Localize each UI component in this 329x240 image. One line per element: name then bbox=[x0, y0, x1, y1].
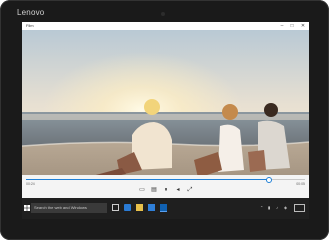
minimize-button[interactable]: – bbox=[277, 22, 287, 30]
window-title: Film bbox=[26, 23, 34, 28]
pause-icon[interactable]: ⏸ bbox=[162, 186, 170, 194]
battery-icon[interactable]: ▮ bbox=[268, 205, 270, 210]
remaining-time: 00:05 bbox=[296, 182, 305, 186]
video-image bbox=[22, 30, 309, 198]
front-camera bbox=[161, 12, 165, 16]
seek-progress bbox=[26, 179, 269, 180]
volume-icon[interactable]: ◂ bbox=[174, 186, 182, 194]
video-frame[interactable] bbox=[22, 30, 309, 198]
edge-icon[interactable] bbox=[124, 204, 131, 211]
tablet-device: Lenovo Film – □ ✕ 00:24 00:05 ▭ ▤ ⏸ ◂ ⤢ … bbox=[0, 0, 329, 240]
playlist-icon[interactable]: ▤ bbox=[150, 186, 158, 194]
taskbar-search-input[interactable]: Search the web and Windows bbox=[31, 203, 107, 213]
sound-icon[interactable]: ♪ bbox=[276, 205, 278, 210]
seek-thumb[interactable] bbox=[265, 177, 272, 183]
network-icon[interactable]: ◈ bbox=[284, 205, 287, 210]
windows-start-icon[interactable] bbox=[24, 205, 30, 211]
elapsed-time: 00:24 bbox=[26, 182, 35, 186]
subtitles-icon[interactable]: ▭ bbox=[138, 186, 146, 194]
maximize-button[interactable]: □ bbox=[287, 22, 297, 30]
fullscreen-icon[interactable]: ⤢ bbox=[186, 186, 194, 194]
player-controls: 00:24 00:05 ▭ ▤ ⏸ ◂ ⤢ bbox=[22, 175, 309, 198]
tray-chevron-icon[interactable]: ⌃ bbox=[260, 205, 263, 210]
window-titlebar: Film – □ ✕ bbox=[22, 22, 309, 30]
seek-bar[interactable] bbox=[26, 177, 305, 183]
notifications-icon[interactable] bbox=[294, 204, 305, 212]
search-placeholder: Search the web and Windows bbox=[34, 205, 87, 210]
store-icon[interactable] bbox=[148, 204, 155, 211]
movies-app-icon[interactable] bbox=[160, 204, 167, 212]
taskbar: Search the web and Windows ⌃ ▮ ♪ ◈ bbox=[22, 198, 309, 219]
brand-logo: Lenovo bbox=[17, 8, 45, 17]
screen: Film – □ ✕ 00:24 00:05 ▭ ▤ ⏸ ◂ ⤢ Search … bbox=[22, 22, 309, 219]
file-explorer-icon[interactable] bbox=[136, 204, 143, 211]
close-button[interactable]: ✕ bbox=[298, 22, 308, 30]
task-view-icon[interactable] bbox=[112, 204, 119, 211]
